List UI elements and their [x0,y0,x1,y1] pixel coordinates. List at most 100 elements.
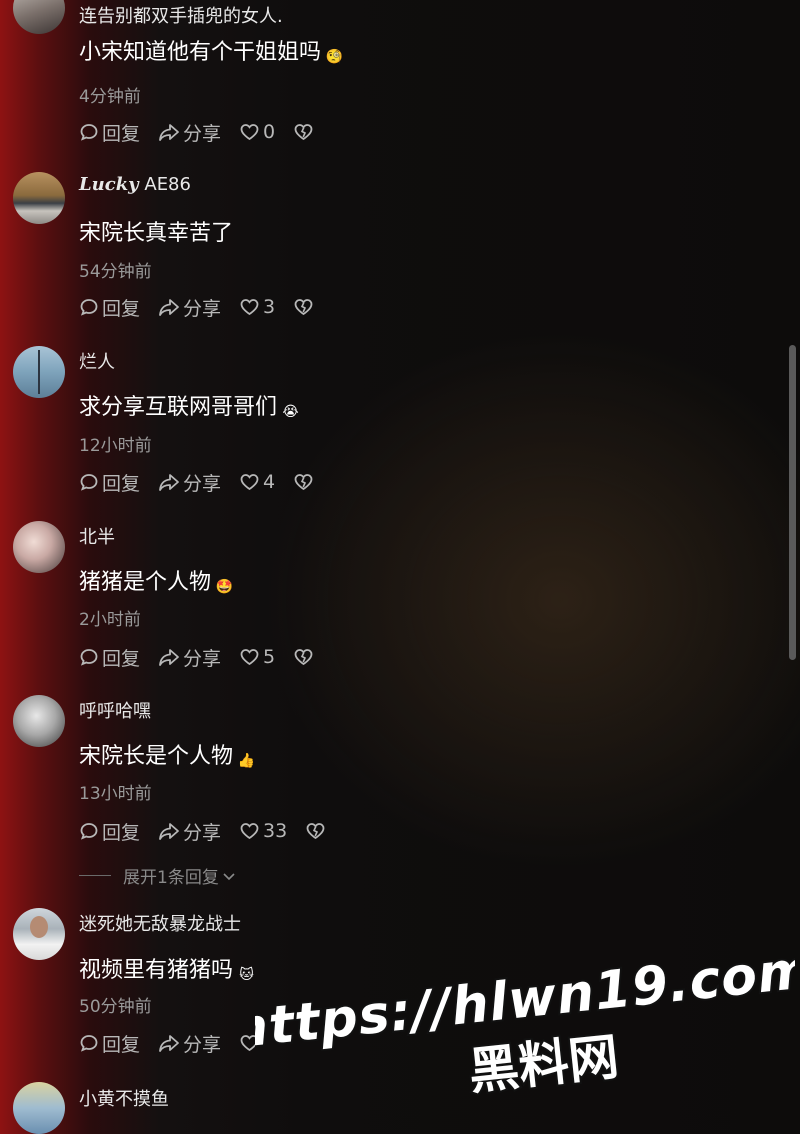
share-label: 分享 [183,122,222,145]
reply-button[interactable]: 回复 [79,1030,140,1057]
reply-label: 回复 [102,122,141,145]
reply-button[interactable]: 回复 [79,119,140,146]
comment-bubble-icon [80,649,98,666]
comment-bubble-icon [80,1035,98,1052]
comment-text-content: 宋院长是个人物 [79,744,234,769]
reply-button[interactable]: 回复 [79,294,140,321]
share-arrow-icon [159,1035,179,1052]
like-count: 33 [263,820,288,842]
share-button[interactable]: 分享 [158,818,221,845]
comment-text-content: 小宋知道他有个干姐姐吗 [79,40,322,65]
scrollbar-thumb[interactable] [789,345,796,660]
dislike-button[interactable] [293,647,317,667]
heart-icon [240,823,259,840]
share-button[interactable]: 分享 [158,294,221,321]
share-label: 分享 [183,821,222,844]
comment-actions: 回复 分享 [79,1030,281,1056]
share-arrow-icon [159,474,179,491]
comment-bubble-icon [80,124,98,141]
comment-username[interactable]: 北半 [79,523,115,549]
comment-username[interactable]: 烂人 [79,348,115,374]
like-button[interactable]: 3 [239,296,275,318]
comment-username[interactable]: 迷死她无敌暴龙战士 [79,910,241,936]
like-button[interactable]: 4 [239,471,275,493]
thumbs-up-emoji-icon: 👍 [237,753,256,769]
comment-actions: 回复 分享 0 [79,119,335,145]
broken-heart-icon [294,649,313,666]
share-button[interactable]: 分享 [158,469,221,496]
share-arrow-icon [159,823,179,840]
avatar[interactable] [13,521,65,573]
comment-timestamp: 54分钟前 [79,262,152,282]
comment-text-content: 求分享互联网哥哥们 [79,395,278,420]
avatar[interactable] [13,0,65,34]
comment-actions: 回复 分享 4 [79,469,335,495]
reply-label: 回复 [102,647,141,670]
heart-icon [240,299,259,316]
comment-timestamp: 2小时前 [79,610,141,630]
comment-username[interactable]: Lucky AE86 [79,174,191,195]
comment-username[interactable]: 小黄不摸鱼 [79,1085,169,1111]
share-arrow-icon [159,299,179,316]
share-label: 分享 [183,1033,222,1056]
comment-username[interactable]: 呼呼哈嘿 [79,697,151,723]
comment-actions: 回复 分享 5 [79,644,335,670]
expand-divider [79,875,111,876]
heart-icon [240,124,259,141]
like-button[interactable]: 0 [239,121,275,143]
dislike-button[interactable] [293,297,317,317]
reply-label: 回复 [102,1033,141,1056]
comment-actions: 回复 分享 33 [79,818,347,844]
like-button[interactable]: 33 [239,820,287,842]
comment-timestamp: 12小时前 [79,436,152,456]
share-arrow-icon [159,649,179,666]
share-label: 分享 [183,472,222,495]
avatar[interactable] [13,908,65,960]
cat-emoji-icon: 🐱 [239,967,254,983]
dislike-button[interactable] [293,472,317,492]
avatar[interactable] [13,695,65,747]
avatar[interactable] [13,346,65,398]
dislike-button[interactable] [305,821,329,841]
broken-heart-icon [294,299,313,316]
reply-label: 回复 [102,821,141,844]
username-text: AE86 [144,174,191,195]
watermark: https://hlwn19.com 黑料网 [255,955,795,1103]
heart-icon [240,649,259,666]
broken-heart-icon [306,823,325,840]
share-button[interactable]: 分享 [158,119,221,146]
comment-timestamp: 13小时前 [79,784,152,804]
username-styled: Lucky [79,174,139,195]
expand-replies-button[interactable]: 展开1条回复 [79,863,237,888]
thinking-emoji-icon: 🧐 [325,49,344,65]
comment-timestamp: 4分钟前 [79,87,141,107]
dislike-button[interactable] [293,122,317,142]
reply-button[interactable]: 回复 [79,469,140,496]
like-count: 5 [263,646,276,668]
reply-label: 回复 [102,472,141,495]
reply-button[interactable]: 回复 [79,644,140,671]
share-label: 分享 [183,297,222,320]
comment-username[interactable]: 连告别都双手插兜的女人. [79,2,283,28]
reply-button[interactable]: 回复 [79,818,140,845]
comment-text: 小宋知道他有个干姐姐吗 🧐 [79,34,344,67]
heart-icon [240,474,259,491]
comment-text: 求分享互联网哥哥们 😭 [79,389,300,422]
like-count: 3 [263,296,276,318]
watermark-site-name: 黑料网 [466,1028,621,1101]
like-button[interactable]: 5 [239,646,275,668]
expand-replies-label: 展开1条回复 [123,868,219,888]
comment-bubble-icon [80,474,98,491]
like-count: 4 [263,471,276,493]
avatar[interactable] [13,1082,65,1134]
comment-timestamp: 50分钟前 [79,997,152,1017]
broken-heart-icon [294,474,313,491]
comment-bubble-icon [80,823,98,840]
avatar[interactable] [13,172,65,224]
comment-text: 猪猪是个人物 🤩 [79,564,234,597]
share-button[interactable]: 分享 [158,644,221,671]
share-button[interactable]: 分享 [158,1030,221,1057]
reply-label: 回复 [102,297,141,320]
star-eyes-emoji-icon: 🤩 [215,579,234,595]
share-label: 分享 [183,647,222,670]
